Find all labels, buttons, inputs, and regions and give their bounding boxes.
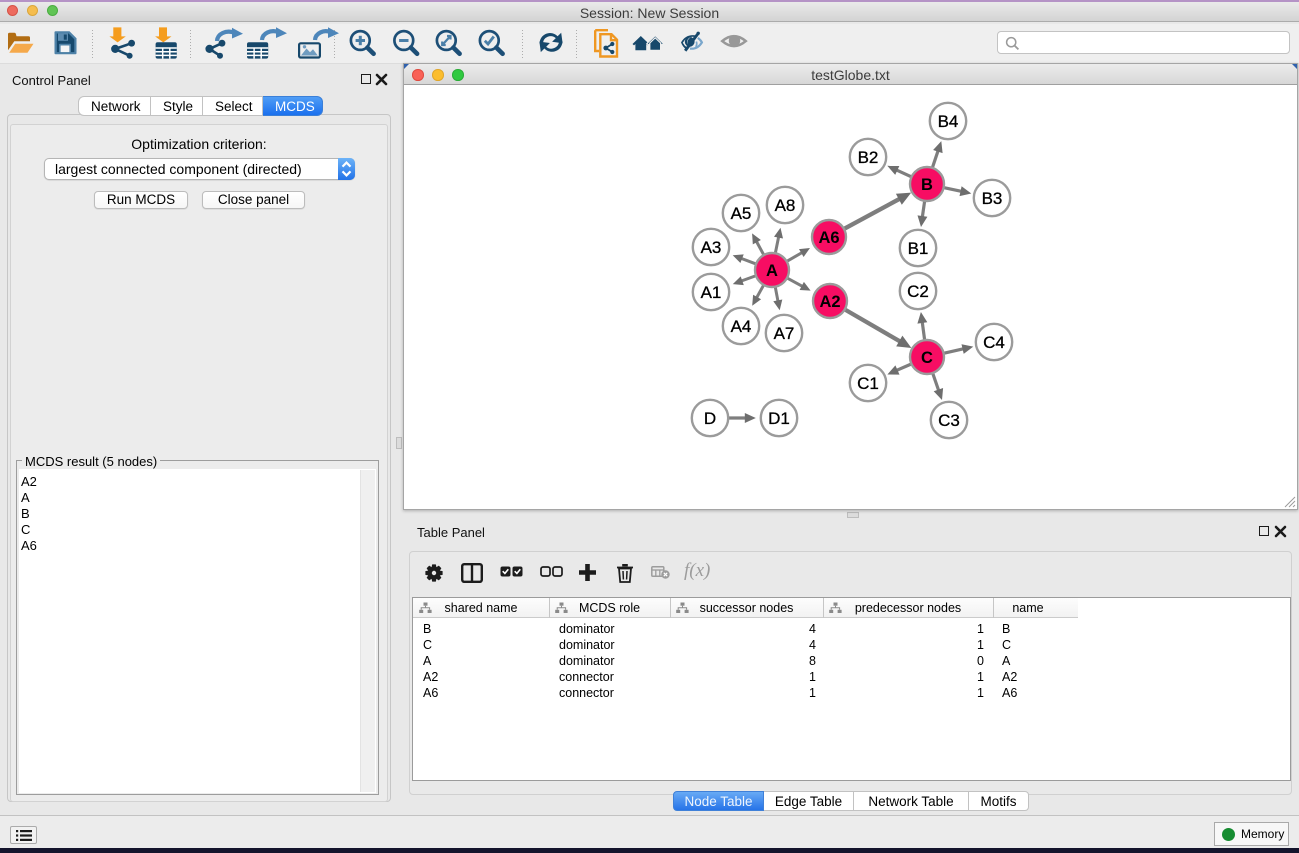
svg-text:B: B [921, 176, 933, 194]
svg-text:A6: A6 [818, 229, 839, 247]
svg-text:C: C [921, 349, 933, 367]
svg-text:B3: B3 [982, 189, 1003, 208]
svg-text:A5: A5 [731, 204, 752, 223]
svg-text:D1: D1 [768, 409, 790, 428]
svg-text:B2: B2 [858, 148, 879, 167]
svg-text:C1: C1 [857, 374, 879, 393]
svg-text:B4: B4 [938, 112, 959, 131]
svg-text:B1: B1 [908, 239, 929, 258]
svg-text:A1: A1 [701, 283, 722, 302]
svg-text:A2: A2 [819, 293, 840, 311]
svg-text:A3: A3 [701, 238, 722, 257]
svg-text:C3: C3 [938, 411, 960, 430]
svg-text:A8: A8 [775, 196, 796, 215]
svg-text:D: D [704, 409, 716, 428]
svg-text:A7: A7 [774, 324, 795, 343]
svg-text:A: A [766, 262, 778, 280]
svg-text:A4: A4 [731, 317, 752, 336]
svg-text:C2: C2 [907, 282, 929, 301]
svg-text:C4: C4 [983, 333, 1005, 352]
